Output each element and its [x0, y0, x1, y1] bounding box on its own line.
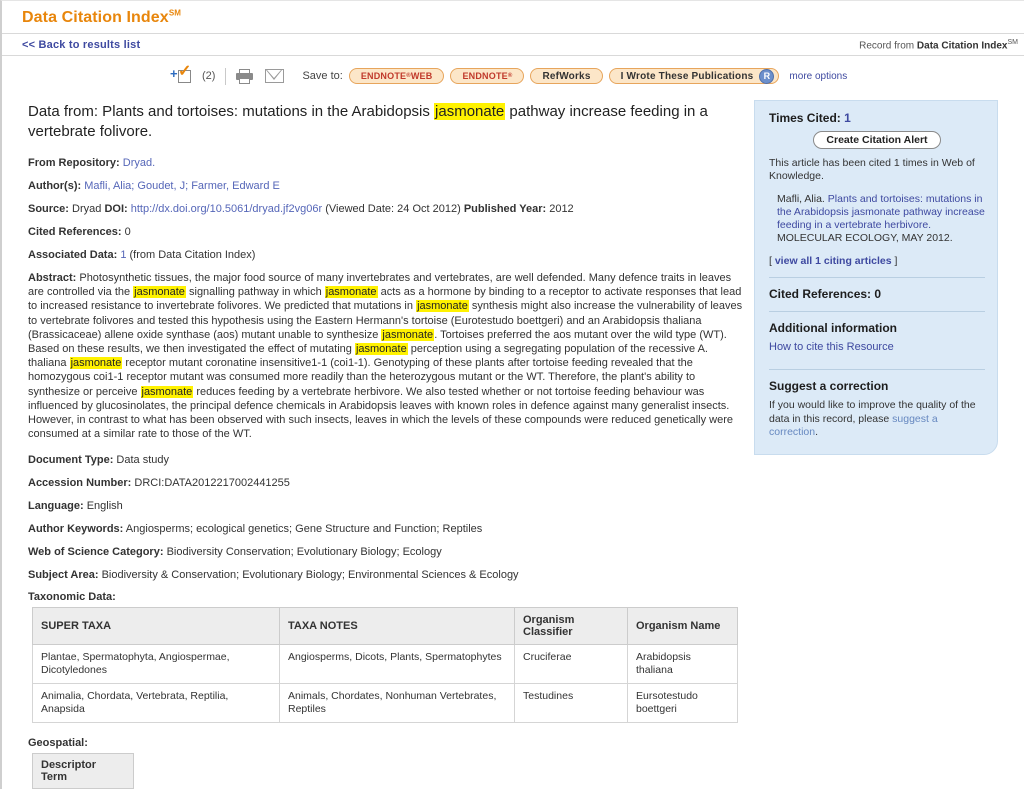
geospatial-label: Geospatial: [28, 737, 88, 750]
column-header-organism-name: Organism Name [627, 607, 738, 646]
table-row: Plantae, Spermatophyta, Angiospermae, Di… [32, 644, 738, 685]
view-all-citing-articles: [ view all 1 citing articles ] [769, 255, 898, 267]
cited-references-heading: Cited References: 0 [769, 287, 882, 301]
column-header-organism-classifier: Organism Classifier [514, 607, 628, 646]
authors-link[interactable]: Mafli, Alia; Goudet, J; Farmer, Edward E [84, 180, 280, 192]
suggest-correction-heading: Suggest a correction [769, 379, 889, 393]
geospatial-table: Descriptor Term Lausanne Switzerland [32, 753, 134, 789]
panel-divider [769, 277, 985, 278]
table-header-row: SUPER TAXA TAXA NOTES Organism Classifie… [32, 607, 738, 646]
create-citation-alert-button[interactable]: Create Citation Alert [813, 131, 941, 149]
cell-organism-classifier: Testudines [514, 683, 628, 724]
save-endnote-button[interactable]: ENDNOTE ® [450, 68, 525, 84]
record-title: Data from: Plants and tortoises: mutatio… [28, 103, 708, 140]
cited-references-field: Cited References: 0 [28, 226, 131, 238]
accession-number-field: Accession Number: DRCI:DATA2012217002441… [28, 477, 290, 490]
author-keywords-field: Author Keywords: Angiosperms; ecological… [28, 523, 483, 536]
toolbar-divider [225, 67, 227, 85]
citing-article-source: MOLECULAR ECOLOGY, MAY 2012. [777, 232, 953, 244]
wos-category-field: Web of Science Category: Biodiversity Co… [28, 546, 442, 559]
citing-article-entry: Mafli, Alia. Plants and tortoises: mutat… [777, 193, 985, 245]
highlight-term: jasmonate [324, 286, 378, 299]
envelope-icon[interactable] [265, 69, 285, 83]
viewed-date: (Viewed Date: 24 Oct 2012) [325, 203, 461, 215]
product-logo: Data Citation IndexSM [22, 9, 182, 27]
panel-divider-2 [769, 311, 985, 312]
back-to-results-link[interactable]: << Back to results list [22, 39, 140, 51]
cited-note-text: This article has been cited 1 times in W… [769, 157, 975, 182]
from-repository-field: From Repository: Dryad. [28, 157, 156, 169]
highlight-term: jasmonate [416, 300, 469, 313]
sidebar-column: Times Cited: 1 Create Citation Alert Thi… [754, 92, 998, 789]
plus-icon: + [170, 66, 178, 81]
column-header-descriptor-term: Descriptor Term [32, 753, 134, 789]
cell-super-taxa: Plantae, Spermatophyta, Angiospermae, Di… [32, 644, 280, 685]
taxonomic-data-label: Taxonomic Data: [28, 591, 116, 604]
document-type-field: Document Type: Data study [28, 454, 170, 467]
source-field: Source: Dryad DOI: http://dx.doi.org/10.… [28, 203, 574, 215]
researcherid-badge-icon: R [759, 68, 775, 84]
main-content: Data from: Plants and tortoises: mutatio… [2, 92, 1024, 789]
more-options-link[interactable]: more options [789, 71, 847, 82]
subject-area-field: Subject Area: Biodiversity & Conservatio… [28, 569, 519, 582]
cell-organism-name: Eursotestudo boettgeri [627, 683, 738, 724]
cell-taxa-notes: Animals, Chordates, Nonhuman Vertebrates… [279, 683, 515, 724]
citing-article-author: Mafli, Alia. [777, 193, 825, 205]
view-all-citing-articles-link[interactable]: view all 1 citing articles [775, 255, 892, 267]
authors-field: Author(s): Mafli, Alia; Goudet, J; Farme… [28, 180, 280, 192]
panel-divider-3 [769, 369, 985, 370]
record-source-label: Record from Data Citation IndexSM [859, 39, 1018, 52]
how-to-cite-link[interactable]: How to cite this Resource [769, 341, 894, 353]
brand-bar: Data Citation IndexSM [2, 1, 1024, 33]
taxonomic-data-table: SUPER TAXA TAXA NOTES Organism Classifie… [32, 607, 738, 724]
highlight-term: jasmonate [69, 357, 123, 370]
suggest-correction-text: If you would like to improve the quality… [769, 399, 976, 438]
language-field: Language: English [28, 500, 123, 513]
highlight-term: jasmonate [434, 103, 506, 120]
cell-organism-name: Arabidopsis thaliana [627, 644, 738, 685]
times-cited-heading: Times Cited: 1 [769, 111, 851, 125]
record-toolbar: + ✓ (2) Save to: ENDNOTE ® WEB ENDNOTE ® R… [2, 60, 1024, 92]
record-details-column: Data from: Plants and tortoises: mutatio… [2, 92, 754, 789]
highlight-term: jasmonate [133, 286, 186, 299]
highlight-term: jasmonate [140, 385, 194, 398]
column-header-super-taxa: SUPER TAXA [32, 607, 280, 646]
printer-output-part [239, 77, 251, 84]
cell-organism-classifier: Cruciferae [514, 644, 628, 685]
associated-data-field: Associated Data: 1 (from Data Citation I… [28, 249, 256, 261]
citation-info-panel: Times Cited: 1 Create Citation Alert Thi… [754, 100, 998, 455]
checkmark-icon: ✓ [178, 63, 192, 80]
column-header-taxa-notes: TAXA NOTES [279, 607, 515, 646]
record-navigation-bar: << Back to results list Record 3 of 458 … [2, 33, 1024, 56]
table-header-row: Descriptor Term [32, 753, 134, 789]
i-wrote-these-publications-button[interactable]: I Wrote These Publications R [608, 68, 780, 84]
highlight-term: jasmonate [381, 328, 435, 341]
printer-icon[interactable] [236, 68, 254, 84]
cell-super-taxa: Animalia, Chordata, Vertebrata, Reptilia… [32, 683, 280, 724]
page-root: Data Citation IndexSM << Back to results… [0, 0, 1024, 789]
doi-link[interactable]: http://dx.doi.org/10.5061/dryad.jf2vg06r [131, 203, 322, 215]
abstract-text: Abstract: Photosynthetic tissues, the ma… [28, 272, 743, 441]
repository-link[interactable]: Dryad. [123, 157, 155, 169]
marked-count-label: (2) [202, 70, 216, 82]
highlight-term: jasmonate [354, 343, 408, 356]
additional-information-heading: Additional information [769, 321, 897, 335]
add-to-marked-list-icon[interactable]: + ✓ [170, 63, 196, 85]
save-endnote-web-button[interactable]: ENDNOTE ® WEB [348, 68, 445, 84]
table-row: Animalia, Chordata, Vertebrata, Reptilia… [32, 683, 738, 724]
save-to-label: Save to: [302, 70, 343, 82]
cell-taxa-notes: Angiosperms, Dicots, Plants, Spermatophy… [279, 644, 515, 685]
associated-data-count-link[interactable]: 1 [120, 249, 126, 261]
save-refworks-button[interactable]: RefWorks [530, 68, 603, 84]
